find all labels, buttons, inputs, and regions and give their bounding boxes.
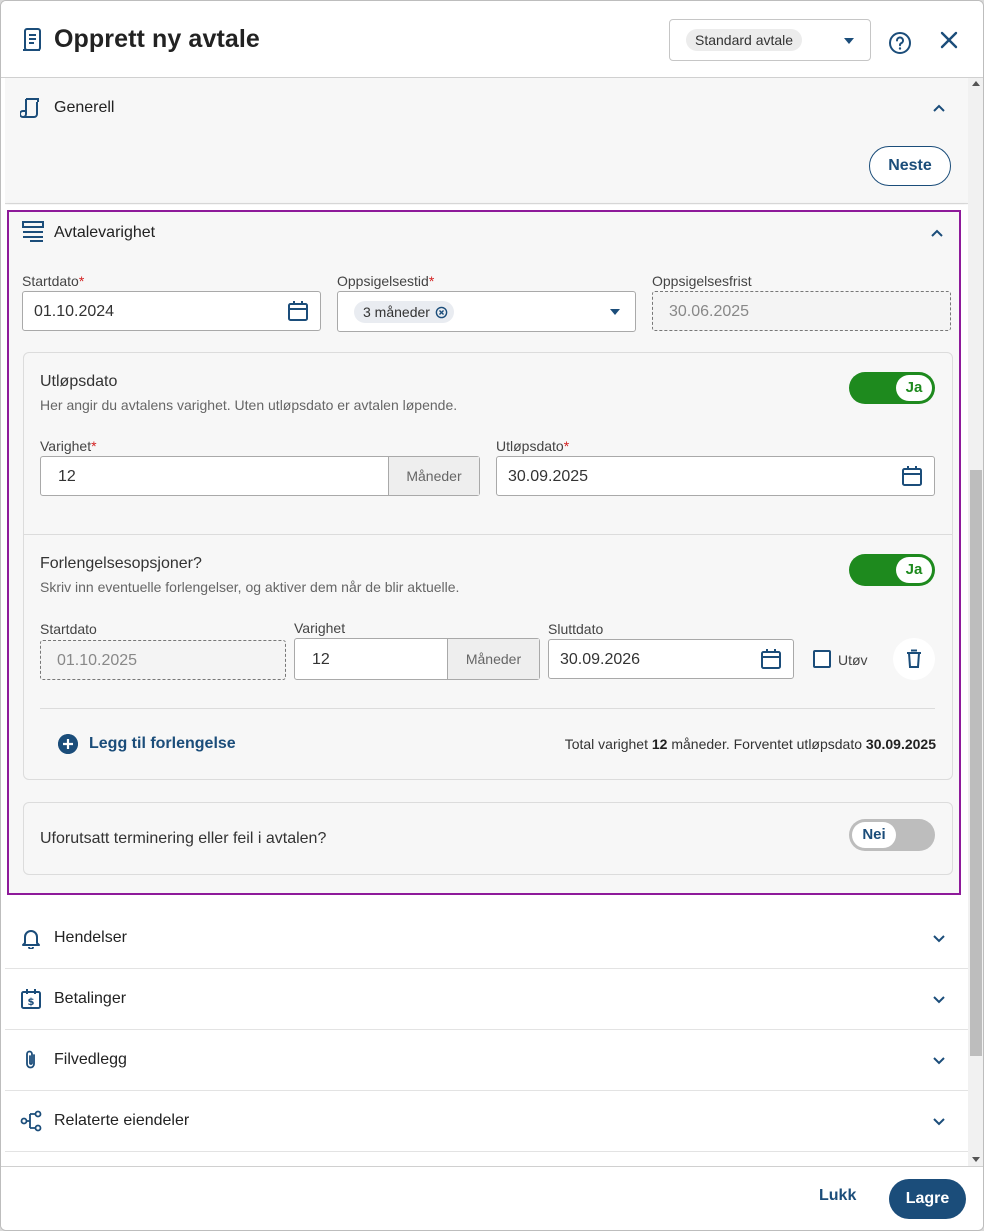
agreement-type-chip: Standard avtale <box>686 29 803 51</box>
section-generell: Generell Neste <box>5 78 968 204</box>
forlengelse-varighet-label: Varighet <box>294 620 346 636</box>
document-icon <box>23 28 41 51</box>
chevron-down-icon <box>610 309 620 315</box>
chevron-up-icon[interactable] <box>930 228 944 238</box>
dialog-header: Opprett ny avtale Standard avtale <box>1 1 983 78</box>
chevron-down-icon <box>933 1057 945 1065</box>
section-title-relaterte: Relaterte eiendeler <box>54 1112 190 1129</box>
close-button[interactable]: Lukk <box>819 1187 856 1205</box>
chevron-down-icon <box>933 1118 945 1126</box>
oppsigelsestid-label: Oppsigelsestid* <box>337 273 435 289</box>
total-duration-summary: Total varighet 12 måneder. Forventet utl… <box>564 736 936 752</box>
varighet-label: Varighet* <box>40 438 97 454</box>
forlengelse-description: Skriv inn eventuelle forlengelser, og ak… <box>40 579 460 595</box>
utlopsdato-toggle[interactable]: Ja <box>849 372 935 404</box>
close-icon[interactable] <box>937 28 961 52</box>
remove-chip-icon[interactable] <box>435 306 448 319</box>
agreement-type-select[interactable]: Standard avtale <box>669 19 871 61</box>
sluttdato-input[interactable]: 30.09.2026 <box>548 639 794 679</box>
section-title-avtalevarighet: Avtalevarighet <box>54 224 156 241</box>
scroll-down-arrow-icon[interactable] <box>972 1157 980 1162</box>
section-title-hendelser: Hendelser <box>54 929 127 946</box>
dialog-footer: Lukk Lagre <box>1 1166 983 1230</box>
forlengelse-startdato-label: Startdato <box>40 621 97 637</box>
section-avtalevarighet: Avtalevarighet Startdato* 01.10.2024 Opp… <box>7 210 961 895</box>
startdato-label: Startdato* <box>22 273 85 289</box>
varighet-unit: Måneder <box>388 457 479 495</box>
utlopsdato-label: Utløpsdato* <box>496 438 570 454</box>
payment-calendar-icon: $ <box>21 989 41 1009</box>
chevron-down-icon <box>933 996 945 1004</box>
forlengelse-varighet-unit: Måneder <box>447 639 539 679</box>
chevron-down-icon <box>933 935 945 943</box>
oppsigelsestid-chip: 3 måneder <box>354 301 454 323</box>
svg-text:$: $ <box>28 997 35 1008</box>
page-title: Opprett ny avtale <box>54 25 260 53</box>
oppsigelsesfrist-field: 30.06.2025 <box>652 291 951 331</box>
section-title-betalinger: Betalinger <box>54 990 127 1007</box>
termination-title: Uforutsatt terminering eller feil i avta… <box>40 830 327 847</box>
forlengelse-toggle[interactable]: Ja <box>849 554 935 586</box>
utlopsdato-description: Her angir du avtalens varighet. Uten utl… <box>40 397 458 413</box>
forlengelse-startdato-field: 01.10.2025 <box>40 640 286 680</box>
termination-panel: Uforutsatt terminering eller feil i avta… <box>23 802 953 875</box>
sluttdato-label: Sluttdato <box>548 621 604 637</box>
save-button[interactable]: Lagre <box>889 1179 966 1219</box>
delete-extension-button[interactable] <box>893 638 935 680</box>
section-betalinger[interactable]: $ Betalinger <box>5 969 968 1030</box>
calendar-icon[interactable] <box>901 465 923 487</box>
plus-circle-icon <box>58 734 78 754</box>
utov-checkbox[interactable] <box>813 650 831 668</box>
startdato-input[interactable]: 01.10.2024 <box>22 291 321 331</box>
bell-icon <box>22 930 40 949</box>
next-button[interactable]: Neste <box>869 146 951 186</box>
scrollbar[interactable] <box>968 78 983 1166</box>
divider <box>40 708 935 709</box>
create-agreement-dialog: Opprett ny avtale Standard avtale Genere… <box>0 0 984 1231</box>
forlengelse-varighet-input[interactable]: 12 Måneder <box>294 638 540 680</box>
expiry-panel: Utløpsdato Her angir du avtalens varighe… <box>23 352 953 780</box>
section-filvedlegg[interactable]: Filvedlegg <box>5 1030 968 1091</box>
section-title-generell: Generell <box>54 99 115 116</box>
scrollbar-thumb[interactable] <box>970 470 982 1056</box>
calendar-icon[interactable] <box>287 300 309 322</box>
forlengelse-title: Forlengelsesopsjoner? <box>40 555 202 572</box>
oppsigelsesfrist-label: Oppsigelsesfrist <box>652 273 752 289</box>
list-duration-icon <box>22 221 44 242</box>
section-avtalevarighet-wrapper: Avtalevarighet Startdato* 01.10.2024 Opp… <box>5 205 968 908</box>
chevron-down-icon <box>844 38 854 44</box>
add-extension-button[interactable]: Legg til forlengelse <box>58 734 258 756</box>
trash-icon <box>907 649 921 668</box>
section-relaterte-eiendeler[interactable]: Relaterte eiendeler <box>5 1091 968 1152</box>
varighet-input[interactable]: 12 Måneder <box>40 456 480 496</box>
scroll-up-arrow-icon[interactable] <box>972 81 980 86</box>
divider <box>24 534 952 535</box>
chevron-up-icon[interactable] <box>932 103 946 113</box>
help-icon[interactable] <box>888 31 912 55</box>
utov-label: Utøv <box>838 652 868 668</box>
termination-toggle[interactable]: Nei <box>849 819 935 851</box>
oppsigelsestid-select[interactable]: 3 måneder <box>337 291 636 332</box>
utlopsdato-title: Utløpsdato <box>40 373 118 390</box>
section-hendelser[interactable]: Hendelser <box>5 908 968 969</box>
calendar-icon[interactable] <box>760 648 782 670</box>
scroll-icon <box>20 98 39 118</box>
utlopsdato-input[interactable]: 30.09.2025 <box>496 456 935 496</box>
related-assets-icon <box>20 1110 42 1132</box>
paperclip-icon <box>26 1050 35 1069</box>
dialog-content[interactable]: Generell Neste Avtalevarighet Startdato*… <box>5 78 968 1166</box>
section-title-filvedlegg: Filvedlegg <box>54 1051 127 1068</box>
